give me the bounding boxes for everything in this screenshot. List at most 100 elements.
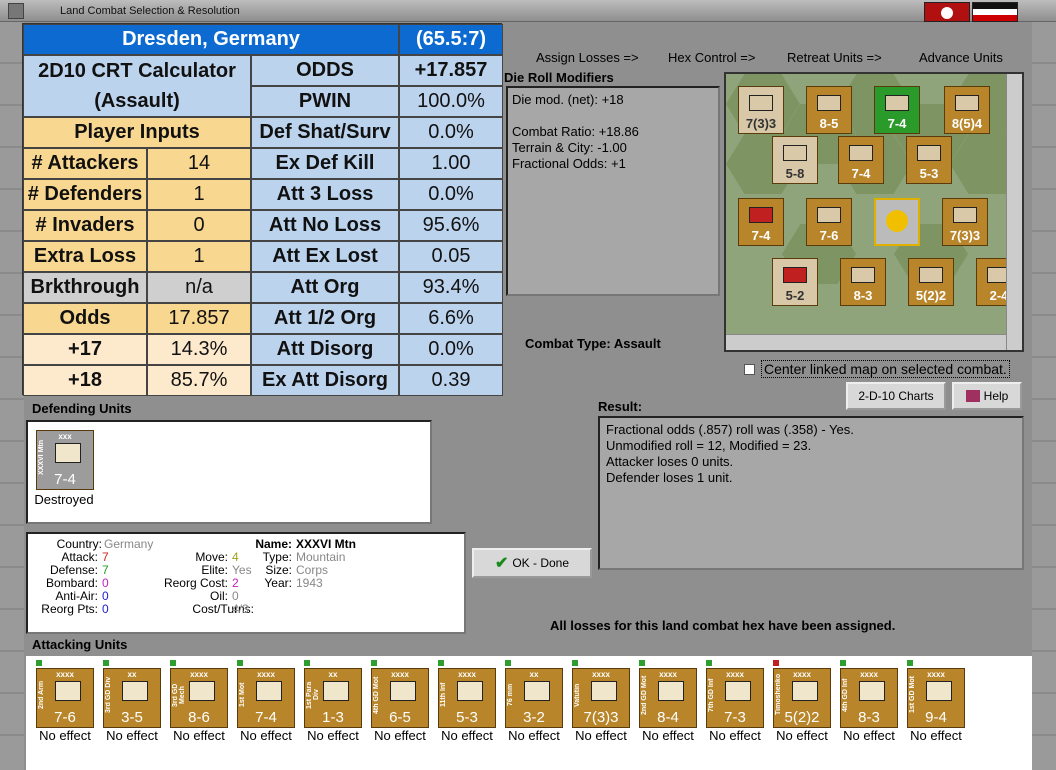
attacker-counter[interactable]: xxxx Timoshenko 5(2)2	[773, 668, 831, 728]
info-country: Germany	[104, 537, 154, 551]
result-box: Fractional odds (.857) roll was (.358) -…	[598, 416, 1024, 570]
status-dot-icon	[438, 660, 444, 666]
title-bar[interactable]: Land Combat Selection & Resolution	[0, 0, 1056, 22]
location-coords: (65.5:7)	[399, 24, 503, 55]
player-inputs-header: Player Inputs	[23, 117, 251, 148]
attacker-counter[interactable]: xxxx 3rd GD Mech 8-6	[170, 668, 228, 728]
ok-done-button[interactable]: ✔ OK - Done	[472, 548, 592, 578]
map-vertical-scrollbar[interactable]	[1006, 74, 1022, 350]
info-key: Reorg Pts:	[41, 602, 98, 616]
input-value[interactable]: 14	[147, 148, 251, 179]
stat-value: 1.00	[399, 148, 503, 179]
input-value[interactable]: 1	[147, 179, 251, 210]
attacker-counter[interactable]: xxxx 2nd Arm 7-6	[36, 668, 94, 728]
map-counter[interactable]: 7(3)3	[942, 198, 988, 246]
book-icon	[965, 390, 980, 402]
defender-counter[interactable]: xxx XXXVI Mtn 7-4	[36, 430, 94, 490]
armor-unit-icon	[55, 681, 81, 701]
drm-line: Terrain & City: -1.00	[512, 140, 627, 155]
stat-value: 0.39	[399, 365, 503, 396]
checkbox-box[interactable]	[744, 363, 755, 375]
charts-button[interactable]: 2-D-10 Charts	[846, 382, 946, 410]
combat-burst-icon	[886, 210, 908, 232]
input-value: 85.7%	[147, 365, 251, 396]
attacker-counter[interactable]: xx 76 mm 3-2	[505, 668, 563, 728]
status-dot-icon	[103, 660, 109, 666]
right-frame	[1032, 22, 1056, 770]
attacker-counter[interactable]: xxxx 1st Mot 7-4	[237, 668, 295, 728]
status-dot-icon	[36, 660, 42, 666]
stat-label: Ex Def Kill	[251, 148, 399, 179]
attacker-counter[interactable]: xxxx 1st GD Mot 9-4	[907, 668, 965, 728]
map-counter[interactable]: 5-2	[772, 258, 818, 306]
attacker-counter[interactable]: xxxx 11th Inf 5-3	[438, 668, 496, 728]
step-advance-units: Advance Units	[919, 50, 1003, 65]
stat-label: Att Ex Lost	[251, 241, 399, 272]
map-counter[interactable]: 8(5)4	[944, 86, 990, 134]
system-menu-icon[interactable]	[8, 3, 24, 19]
linked-map[interactable]: 7(3)3 8-5 7-4 8(5)4 5-8 7-4 5-3 7-4 7-6 …	[724, 72, 1024, 352]
defending-units-box: xxx XXXVI Mtn 7-4 Destroyed	[26, 420, 432, 524]
attacker-counter[interactable]: xxxx 4th GD Mot 6-5	[371, 668, 429, 728]
status-dot-icon	[505, 660, 511, 666]
map-counter[interactable]: 7-6	[806, 198, 852, 246]
map-counter[interactable]: 7-4	[738, 198, 784, 246]
infantry-unit-icon	[859, 681, 885, 701]
losses-assigned-message: All losses for this land combat hex have…	[550, 618, 896, 633]
step-assign-losses: Assign Losses =>	[536, 50, 639, 65]
map-counter[interactable]: 7(3)3	[738, 86, 784, 134]
info-reorgpts: 0	[102, 602, 109, 616]
motorized-unit-icon	[390, 681, 416, 701]
attacker-status: No effect	[910, 728, 962, 743]
input-value[interactable]: 0	[147, 210, 251, 241]
map-horizontal-scrollbar[interactable]	[726, 334, 1006, 350]
attacking-units-title: Attacking Units	[32, 637, 128, 652]
map-counter[interactable]: 7-4	[838, 136, 884, 184]
drm-line: Die mod. (net): +18	[512, 92, 624, 107]
attacker-counter[interactable]: xxxx 7th GD Inf 7-3	[706, 668, 764, 728]
input-label: Odds	[23, 303, 147, 334]
left-frame	[0, 22, 24, 770]
attacker-counter[interactable]: xxxx Vatutin 7(3)3	[572, 668, 630, 728]
combat-type: Combat Type: Assault	[525, 336, 661, 351]
map-counter[interactable]: 8-3	[840, 258, 886, 306]
info-costturns: 4/3	[232, 602, 249, 616]
motorized-unit-icon	[926, 681, 952, 701]
stat-value: 95.6%	[399, 210, 503, 241]
input-value[interactable]: 1	[147, 241, 251, 272]
odds-label: ODDS	[251, 55, 399, 86]
step-retreat-units: Retreat Units =>	[787, 50, 882, 65]
map-counter[interactable]: 5-3	[906, 136, 952, 184]
help-label: Help	[983, 389, 1009, 403]
attacker-counter[interactable]: xx 1st Para Div 1-3	[304, 668, 362, 728]
map-counter[interactable]: 5-8	[772, 136, 818, 184]
map-counter[interactable]: 5(2)2	[908, 258, 954, 306]
hq-unit-icon	[792, 681, 818, 701]
stat-value: 0.0%	[399, 334, 503, 365]
location-title: Dresden, Germany	[23, 24, 399, 55]
map-counter[interactable]: 7-4	[874, 86, 920, 134]
stat-label: Att No Loss	[251, 210, 399, 241]
result-line: Fractional odds (.857) roll was (.358) -…	[606, 422, 854, 437]
imperial-flag-icon	[972, 2, 1018, 22]
para-unit-icon	[323, 681, 349, 701]
help-button[interactable]: Help	[952, 382, 1022, 410]
map-counter[interactable]: 8-5	[806, 86, 852, 134]
attacker-counter[interactable]: xx 3rd GD Div 3-5	[103, 668, 161, 728]
artillery-unit-icon	[524, 681, 550, 701]
step-hex-control: Hex Control =>	[668, 50, 756, 65]
center-linked-label: Center linked map on selected combat.	[761, 360, 1010, 378]
attacker-counter[interactable]: xxxx 4th GD Inf 8-3	[840, 668, 898, 728]
attacker-counter[interactable]: xxxx 2nd GD Mot 8-4	[639, 668, 697, 728]
drm-line: Fractional Odds: +1	[512, 156, 626, 171]
attacking-units-box: xxxx 2nd Arm 7-6 No effect xx 3rd GD Div 3-5…	[26, 656, 1032, 770]
stat-value: 0.05	[399, 241, 503, 272]
info-year: 1943	[296, 576, 323, 590]
mech-unit-icon	[189, 681, 215, 701]
stat-label: Att 3 Loss	[251, 179, 399, 210]
motorized-unit-icon	[658, 681, 684, 701]
input-label: Brkthrough	[23, 272, 147, 303]
input-label: # Attackers	[23, 148, 147, 179]
result-line: Attacker loses 0 units.	[606, 454, 734, 469]
center-linked-checkbox[interactable]: Center linked map on selected combat.	[744, 360, 1024, 378]
